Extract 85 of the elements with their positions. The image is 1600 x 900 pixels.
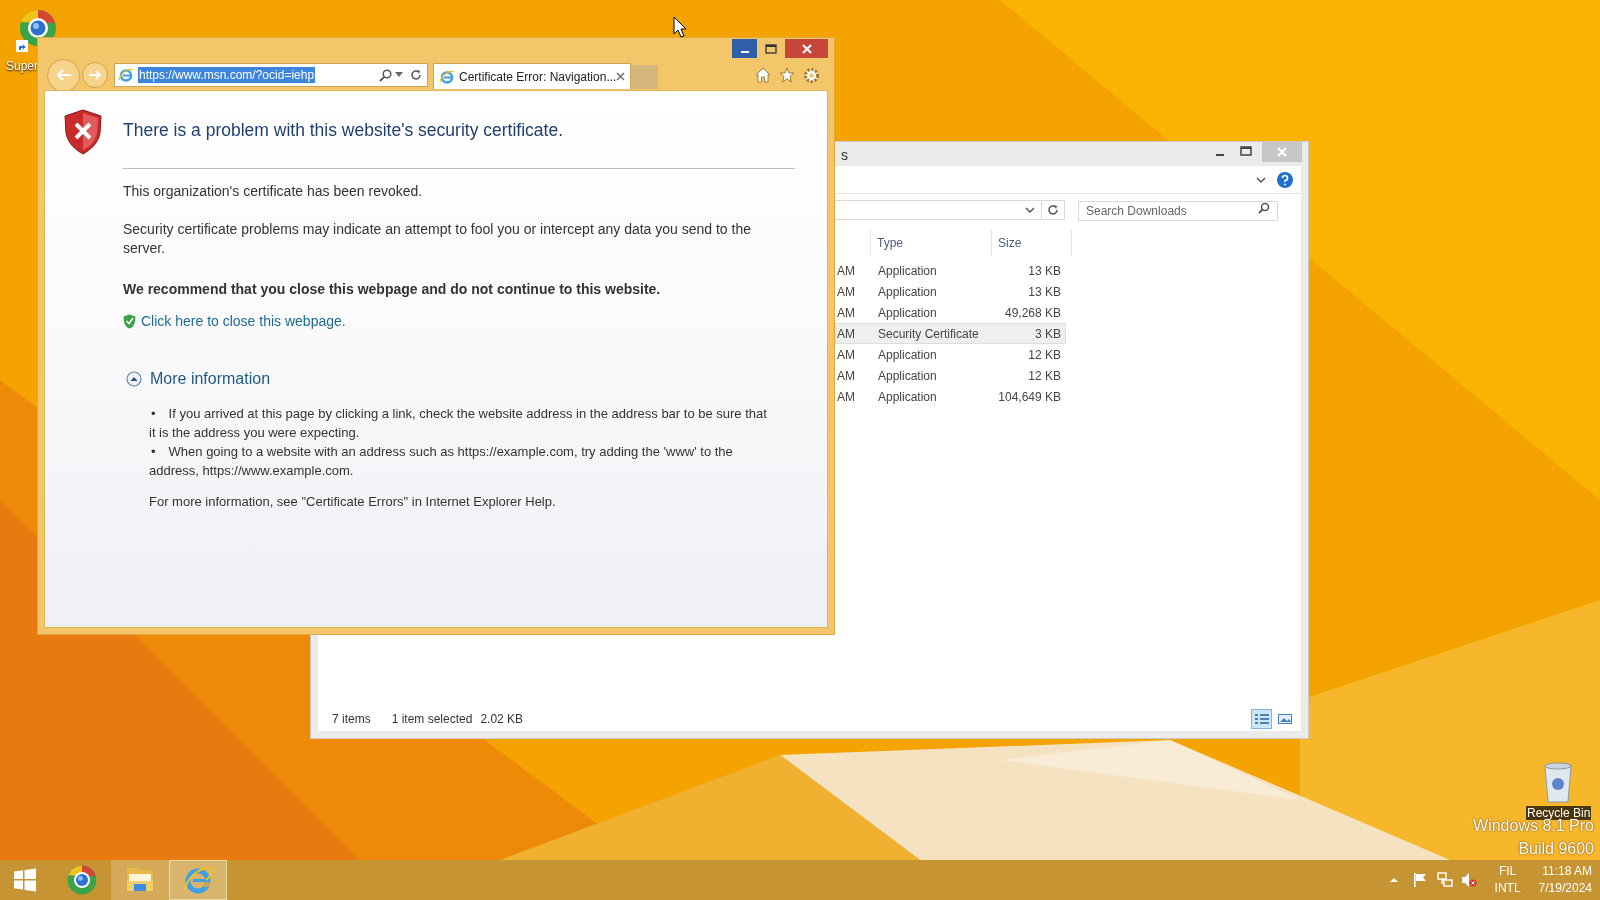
file-row[interactable]: AM Security Certificate 3 KB — [835, 323, 1066, 344]
type-text: Application — [878, 346, 938, 364]
refresh-icon[interactable] — [1047, 204, 1059, 216]
url-text[interactable]: https://www.msn.com/?ocid=iehp — [138, 67, 316, 83]
settings-icon[interactable] — [803, 66, 820, 84]
file-row[interactable]: AM Application 49,268 KB — [835, 302, 1066, 323]
size-text: 49,268 KB — [1003, 304, 1062, 322]
mouse-pointer-icon — [673, 16, 687, 38]
browser-tab[interactable]: Certificate Error: Navigation... — [433, 63, 631, 89]
size-text: 104,649 KB — [998, 388, 1062, 406]
windows-logo-icon[interactable] — [13, 868, 37, 892]
file-row[interactable]: AM Application 12 KB — [835, 365, 1066, 386]
tab-title: Certificate Error: Navigation... — [459, 68, 617, 85]
search-icon[interactable] — [379, 68, 392, 82]
network-icon[interactable] — [1436, 872, 1453, 888]
close-page-link[interactable]: Click here to close this webpage. — [141, 312, 346, 331]
clock-time: 11:18 AM — [1542, 863, 1592, 880]
clock-date: 7/19/2024 — [1538, 880, 1592, 897]
shield-check-icon — [123, 314, 136, 329]
flag-icon[interactable] — [1411, 872, 1428, 888]
language-code: FIL — [1498, 863, 1517, 880]
file-row[interactable]: AM Application 104,649 KB — [835, 386, 1066, 407]
desktop-icon-label[interactable]: Recycle Bin — [1526, 806, 1592, 820]
address-bar[interactable]: https://www.msn.com/?ocid=iehp — [114, 63, 428, 87]
minimize-button[interactable] — [732, 39, 757, 58]
show-hidden-icons-icon[interactable] — [1389, 877, 1398, 883]
keyboard-layout: INTL — [1494, 880, 1521, 897]
size-text: 3 KB — [1034, 325, 1062, 343]
search-field[interactable]: Search Downloads — [1078, 201, 1278, 221]
volume-muted-icon[interactable] — [1460, 872, 1477, 888]
type-text: Security Certificate — [878, 325, 980, 343]
selection-size: 2.02 KB — [480, 711, 524, 728]
home-icon[interactable] — [755, 67, 771, 83]
maximize-icon[interactable] — [765, 43, 777, 54]
close-button[interactable] — [785, 39, 828, 58]
time-text: AM — [836, 304, 856, 322]
watermark-text: Build 9600 — [1518, 839, 1594, 859]
file-row[interactable]: AM Application 12 KB — [835, 344, 1066, 365]
more-information-toggle[interactable]: More information — [123, 368, 271, 390]
browser-icon — [439, 68, 455, 85]
file-row[interactable]: AM Application 13 KB — [835, 281, 1066, 302]
window-title: s — [841, 146, 848, 164]
selection-status: 1 item selected — [391, 711, 473, 728]
time-text: AM — [836, 283, 856, 301]
error-shield-icon — [63, 109, 103, 155]
address-field[interactable] — [833, 200, 1041, 220]
size-text: 12 KB — [1027, 367, 1062, 385]
type-text: Application — [878, 388, 938, 406]
time-text: AM — [836, 325, 856, 343]
type-text: Application — [878, 304, 938, 322]
time-text: AM — [836, 367, 856, 385]
list-item: • When going to a website with an address such as https://example.com, try adding the 'www' to the address, https://www.example.com. — [149, 443, 734, 480]
app-icon[interactable] — [66, 864, 98, 896]
recycle-bin-icon[interactable] — [1541, 760, 1575, 804]
item-count: 7 items — [332, 711, 371, 728]
size-text: 13 KB — [1027, 283, 1062, 301]
time-text: AM — [836, 262, 856, 280]
refresh-button[interactable] — [1041, 200, 1065, 220]
close-icon[interactable] — [616, 72, 626, 81]
collapse-icon[interactable] — [126, 371, 142, 387]
dropdown-arrow-icon[interactable] — [395, 72, 403, 78]
refresh-icon[interactable] — [410, 69, 422, 81]
size-text: 12 KB — [1027, 346, 1062, 364]
body-text: This organization's certificate has been revoked. — [123, 182, 424, 201]
column-header[interactable]: Type — [877, 235, 903, 251]
browser-icon — [118, 67, 134, 83]
list-item: • If you arrived at this page by clicking a link, check the website address in the address bar to be sure that it is the address you were expecting. — [149, 405, 768, 442]
type-text: Application — [878, 262, 938, 280]
search-icon[interactable] — [1258, 202, 1270, 214]
type-text: Application — [878, 283, 938, 301]
warning-text: We recommend that you close this webpage and do not continue to this website. — [123, 280, 661, 299]
size-text: 13 KB — [1027, 262, 1062, 280]
time-text: AM — [836, 388, 856, 406]
chevron-down-icon[interactable] — [1255, 174, 1267, 185]
star-icon[interactable] — [779, 67, 795, 83]
page-heading: There is a problem with this website's security certificate. — [123, 119, 564, 142]
taskbar-button[interactable] — [111, 860, 169, 900]
help-text: For more information, see "Certificate Errors" in Internet Explorer Help. — [149, 494, 556, 510]
file-row[interactable]: AM Application 13 KB — [835, 260, 1066, 281]
type-text: Application — [878, 367, 938, 385]
column-header[interactable]: Size — [998, 235, 1022, 251]
help-icon[interactable] — [1277, 171, 1293, 188]
time-text: AM — [836, 346, 856, 364]
forward-button[interactable] — [82, 62, 108, 88]
body-text: Security certificate problems may indicate an attempt to fool you or intercept any data you send to the server. — [123, 220, 752, 258]
